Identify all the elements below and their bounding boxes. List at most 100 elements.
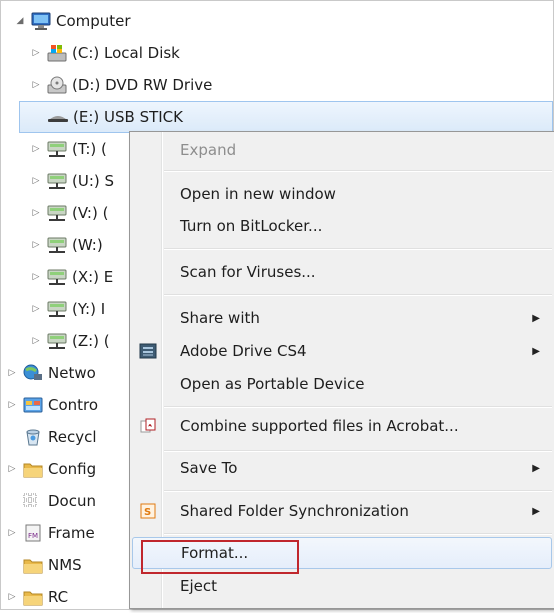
menu-item-label: Eject: [180, 577, 218, 595]
tree-item-control-panel[interactable]: ▷ Contro: [5, 389, 99, 421]
network-drive-icon: [46, 203, 68, 223]
menu-separator: [164, 490, 552, 492]
menu-item-label: Expand: [180, 141, 237, 159]
tree-label: Frame: [48, 524, 95, 542]
menu-separator: [164, 294, 552, 296]
tree-label: Recycl: [48, 428, 97, 446]
collapsed-arrow-icon[interactable]: ▷: [29, 80, 43, 90]
collapsed-arrow-icon[interactable]: ▷: [29, 304, 43, 314]
shared-sync-icon: S: [138, 501, 158, 521]
tree-item-recycle-bin[interactable]: Recycl: [5, 421, 97, 453]
tree-label: Config: [48, 460, 97, 478]
tree-item-u-drive[interactable]: ▷ (U:) S: [29, 165, 115, 197]
menu-item-label: Turn on BitLocker...: [180, 217, 323, 235]
network-drive-icon: [46, 139, 68, 159]
submenu-arrow-icon: ▶: [532, 505, 540, 517]
tree-item-frame[interactable]: ▷ FM Frame: [5, 517, 95, 549]
tree-label: Netwo: [48, 364, 96, 382]
tree-label: (T:) (: [72, 140, 107, 158]
submenu-arrow-icon: ▶: [532, 462, 540, 474]
collapsed-arrow-icon[interactable]: ▷: [29, 208, 43, 218]
tree-item-e-drive[interactable]: (E:) USB STICK: [19, 101, 553, 133]
collapsed-arrow-icon[interactable]: ▷: [29, 48, 43, 58]
framemaker-icon: FM: [22, 523, 44, 543]
folder-icon: [22, 459, 44, 479]
collapsed-arrow-icon[interactable]: ▷: [5, 368, 19, 378]
documents-icon: [22, 491, 44, 511]
menu-separator: [164, 248, 552, 250]
menu-item-label: Combine supported files in Acrobat...: [180, 417, 459, 435]
tree-item-nms[interactable]: NMS: [5, 549, 82, 581]
tree-label: (X:) E: [72, 268, 114, 286]
computer-icon: [30, 11, 52, 31]
tree-item-t-drive[interactable]: ▷ (T:) (: [29, 133, 107, 165]
collapsed-arrow-icon[interactable]: ▷: [29, 144, 43, 154]
menu-item-scan-viruses[interactable]: Scan for Viruses...: [132, 256, 552, 288]
menu-item-combine-acrobat[interactable]: Combine supported files in Acrobat...: [132, 410, 552, 442]
menu-separator: [164, 170, 552, 172]
tree-label: (C:) Local Disk: [72, 44, 180, 62]
collapsed-arrow-icon[interactable]: ▷: [29, 176, 43, 186]
svg-text:FM: FM: [28, 532, 38, 540]
menu-separator: [164, 406, 552, 408]
collapsed-arrow-icon[interactable]: ▷: [29, 272, 43, 282]
network-drive-icon: [46, 267, 68, 287]
tree-item-v-drive[interactable]: ▷ (V:) (: [29, 197, 109, 229]
network-drive-icon: [46, 235, 68, 255]
collapsed-arrow-icon[interactable]: ▷: [5, 528, 19, 538]
tree-item-rc[interactable]: ▷ RC: [5, 581, 69, 613]
menu-item-label: Scan for Viruses...: [180, 263, 316, 281]
tree-label: Contro: [48, 396, 99, 414]
menu-item-label: Shared Folder Synchronization: [180, 502, 409, 520]
network-drive-icon: [46, 171, 68, 191]
menu-item-share-with[interactable]: Share with ▶: [132, 302, 552, 334]
folder-icon: [22, 587, 44, 607]
tree-item-c-drive[interactable]: ▷ (C:) Local Disk: [29, 37, 180, 69]
tree-item-documents[interactable]: Docun: [5, 485, 96, 517]
tree-label: (Y:) I: [72, 300, 106, 318]
control-panel-icon: [22, 395, 44, 415]
tree-item-d-drive[interactable]: ▷ (D:) DVD RW Drive: [29, 69, 213, 101]
menu-item-label: Share with: [180, 309, 260, 327]
menu-item-shared-folder-sync[interactable]: S Shared Folder Synchronization ▶: [132, 495, 552, 527]
tree-item-y-drive[interactable]: ▷ (Y:) I: [29, 293, 106, 325]
menu-item-open-new-window[interactable]: Open in new window: [132, 178, 552, 210]
explorer-tree-pane: ◢ Computer ▷ (C:) Local Disk ▷ (D:) DVD …: [0, 0, 554, 610]
menu-item-open-portable[interactable]: Open as Portable Device: [132, 368, 552, 400]
collapsed-arrow-icon[interactable]: ▷: [5, 400, 19, 410]
collapsed-arrow-icon[interactable]: ▷: [5, 464, 19, 474]
tree-item-z-drive[interactable]: ▷ (Z:) (: [29, 325, 110, 357]
tree-item-config[interactable]: ▷ Config: [5, 453, 97, 485]
menu-separator: [164, 533, 552, 535]
usb-drive-icon: [47, 107, 69, 127]
menu-item-adobe-drive[interactable]: Adobe Drive CS4 ▶: [132, 335, 552, 367]
recycle-bin-icon: [22, 427, 44, 447]
submenu-arrow-icon: ▶: [532, 312, 540, 324]
folder-icon: [22, 555, 44, 575]
menu-item-eject[interactable]: Eject: [132, 570, 552, 602]
collapsed-arrow-icon[interactable]: ▷: [29, 336, 43, 346]
adobe-drive-icon: [138, 341, 158, 361]
tree-item-w-drive[interactable]: ▷ (W:): [29, 229, 103, 261]
tree-label: (V:) (: [72, 204, 109, 222]
submenu-arrow-icon: ▶: [532, 345, 540, 357]
tree-label: (W:): [72, 236, 103, 254]
tree-label: Docun: [48, 492, 96, 510]
collapsed-arrow-icon[interactable]: ▷: [5, 592, 19, 602]
highlight-box: [141, 540, 299, 574]
menu-item-bitlocker[interactable]: Turn on BitLocker...: [132, 210, 552, 242]
network-drive-icon: [46, 299, 68, 319]
svg-text:S: S: [144, 507, 151, 518]
tree-label: (Z:) (: [72, 332, 110, 350]
menu-item-label: Save To: [180, 459, 238, 477]
menu-item-save-to[interactable]: Save To ▶: [132, 452, 552, 484]
collapsed-arrow-icon[interactable]: ▷: [29, 240, 43, 250]
tree-item-network[interactable]: ▷ Netwo: [5, 357, 96, 389]
tree-label: NMS: [48, 556, 82, 574]
menu-item-expand[interactable]: Expand: [132, 134, 552, 166]
acrobat-icon: [138, 416, 158, 436]
tree-item-computer[interactable]: ◢ Computer: [13, 5, 131, 37]
tree-item-x-drive[interactable]: ▷ (X:) E: [29, 261, 114, 293]
tree-label: RC: [48, 588, 69, 606]
expanded-arrow-icon[interactable]: ◢: [13, 16, 27, 26]
